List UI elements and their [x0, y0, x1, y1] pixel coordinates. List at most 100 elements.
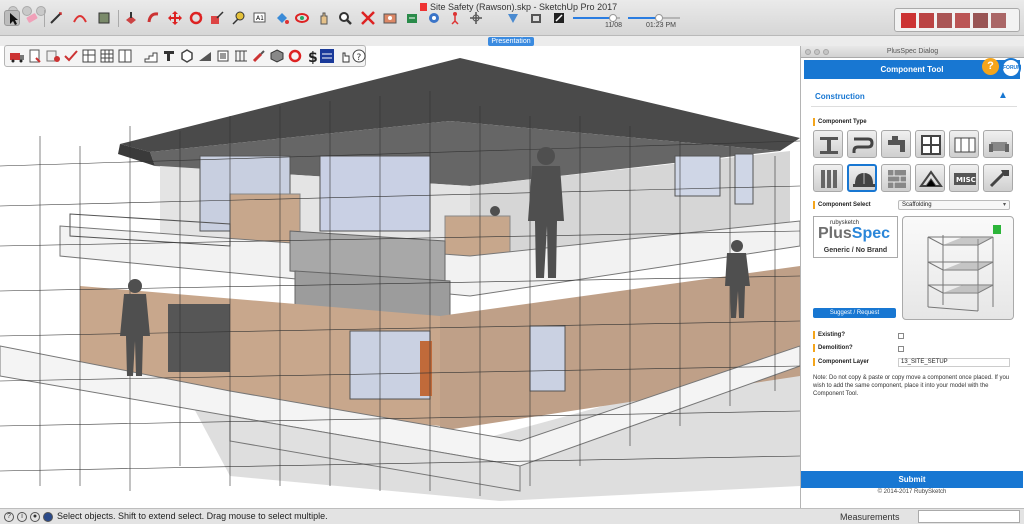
- tap-fitting-icon[interactable]: [881, 130, 911, 158]
- line-tool-icon[interactable]: [48, 10, 64, 26]
- layout-icon[interactable]: [81, 48, 97, 64]
- push-pull-tool-icon[interactable]: [123, 10, 139, 26]
- existing-checkbox[interactable]: [898, 333, 904, 339]
- time-slider[interactable]: [628, 14, 680, 22]
- dialog-titlebar: PlusSpec Dialog: [801, 46, 1024, 58]
- scene-tab-presentation[interactable]: Presentation: [488, 37, 534, 46]
- component-select-label: Component Select: [813, 201, 871, 209]
- grid-icon[interactable]: [99, 48, 115, 64]
- component-browser-icon[interactable]: [551, 10, 567, 26]
- zoom-extents-tool-icon[interactable]: [360, 10, 376, 26]
- stairs-icon[interactable]: [143, 48, 159, 64]
- shape-tool-icon[interactable]: [96, 10, 112, 26]
- top-view-icon[interactable]: [919, 13, 934, 28]
- model-viewport[interactable]: [0, 46, 800, 508]
- hexagon-icon[interactable]: [179, 48, 195, 64]
- demolition-checkbox[interactable]: [898, 346, 904, 352]
- framing-icon[interactable]: [233, 48, 249, 64]
- bim-mep-icon[interactable]: [319, 48, 335, 64]
- tape-measure-tool-icon[interactable]: [231, 10, 247, 26]
- paint-bucket-tool-icon[interactable]: [274, 10, 290, 26]
- right-view-icon[interactable]: [955, 13, 970, 28]
- refresh-icon[interactable]: [287, 48, 303, 64]
- component-layer-field[interactable]: 13_SITE_SETUP: [898, 358, 1010, 367]
- walk-tool-icon[interactable]: [448, 10, 464, 26]
- orbit-tool-icon[interactable]: [294, 10, 310, 26]
- toolbar-separator: [44, 10, 45, 27]
- view-toolbar: [894, 8, 1020, 32]
- document-report-icon[interactable]: [27, 48, 43, 64]
- date-slider[interactable]: [573, 14, 620, 22]
- front-view-icon[interactable]: [937, 13, 952, 28]
- hardhat-scaffolding-icon[interactable]: [847, 164, 877, 192]
- status-text: Select objects. Shift to extend select. …: [57, 511, 328, 521]
- component-type-label: Component Type: [813, 118, 867, 126]
- dialog-minimize-icon[interactable]: [814, 49, 820, 55]
- look-around-tool-icon[interactable]: [426, 10, 442, 26]
- help-icon[interactable]: ?: [351, 48, 367, 64]
- misc-icon[interactable]: MISC: [949, 164, 979, 192]
- svg-text:?: ?: [357, 53, 362, 63]
- status-bar: ? i ● Select objects. Shift to extend se…: [0, 508, 1024, 524]
- cladding-icon[interactable]: [813, 164, 843, 192]
- forum-badge[interactable]: FORUM: [1001, 58, 1021, 78]
- paint-brush-icon[interactable]: [251, 48, 267, 64]
- roof-truss-icon[interactable]: [915, 164, 945, 192]
- brick-wall-icon[interactable]: [881, 164, 911, 192]
- previous-view-tool-icon[interactable]: [382, 10, 398, 26]
- chevron-down-icon: ▾: [1002, 202, 1006, 208]
- zoom-tool-icon[interactable]: [337, 10, 353, 26]
- date-slider-knob[interactable]: [608, 14, 617, 22]
- section-plane-tool-icon[interactable]: [468, 10, 484, 26]
- truck-icon[interactable]: [9, 48, 25, 64]
- time-slider-knob[interactable]: [655, 14, 664, 22]
- steel-beam-icon[interactable]: [813, 130, 843, 158]
- back-view-icon[interactable]: [973, 13, 988, 28]
- credits-icon[interactable]: i: [17, 512, 27, 522]
- geo-location-icon[interactable]: ?: [4, 512, 14, 522]
- cabinet-icon[interactable]: [949, 130, 979, 158]
- sofa-icon[interactable]: [983, 130, 1013, 158]
- arc-tool-icon[interactable]: [72, 10, 88, 26]
- scale-tool-icon[interactable]: [209, 10, 225, 26]
- instructor-icon[interactable]: [43, 512, 53, 522]
- checklist-icon[interactable]: [63, 48, 79, 64]
- pan-tool-icon[interactable]: [316, 10, 332, 26]
- existing-label: Existing?: [813, 331, 845, 339]
- component-layer-label: Component Layer: [813, 358, 869, 366]
- dialog-close-icon[interactable]: [805, 49, 811, 55]
- dialog-zoom-icon[interactable]: [823, 49, 829, 55]
- slope-icon[interactable]: [197, 48, 213, 64]
- plumbing-pipe-icon[interactable]: [847, 130, 877, 158]
- rotate-tool-icon[interactable]: [188, 10, 204, 26]
- tools-icon[interactable]: [983, 164, 1013, 192]
- plusspec-toolbar: $ ?: [4, 45, 366, 67]
- submit-button[interactable]: Submit: [801, 471, 1023, 488]
- brand-logo: rubysketch PlusSpec Generic / No Brand: [813, 216, 898, 258]
- chevron-up-icon[interactable]: ▲: [998, 90, 1008, 101]
- date-value: 11/08: [605, 22, 622, 29]
- steel-profile-icon[interactable]: [161, 48, 177, 64]
- expand-arrow-icon[interactable]: [993, 225, 1001, 234]
- position-camera-tool-icon[interactable]: [404, 10, 420, 26]
- section-construction[interactable]: Construction: [815, 92, 865, 101]
- style-tool-icon[interactable]: [505, 10, 521, 26]
- move-tool-icon[interactable]: [167, 10, 183, 26]
- follow-me-tool-icon[interactable]: [146, 10, 162, 26]
- component-tool-icon[interactable]: [528, 10, 544, 26]
- component-select-dropdown[interactable]: Scaffolding ▾: [898, 200, 1010, 210]
- split-view-icon[interactable]: [117, 48, 133, 64]
- help-circle-icon[interactable]: ?: [982, 58, 999, 75]
- user-icon[interactable]: ●: [30, 512, 40, 522]
- left-view-icon[interactable]: [991, 13, 1006, 28]
- text-tool-icon[interactable]: A1: [252, 10, 268, 26]
- suggest-request-button[interactable]: Suggest / Request: [813, 308, 896, 318]
- wall-panel-icon[interactable]: [215, 48, 231, 64]
- iso-view-icon[interactable]: [901, 13, 916, 28]
- estimate-icon[interactable]: [45, 48, 61, 64]
- measurements-input[interactable]: [918, 510, 1020, 523]
- window-frame-icon[interactable]: [915, 130, 945, 158]
- eraser-tool-icon[interactable]: [24, 10, 40, 26]
- select-tool-icon[interactable]: [4, 10, 20, 26]
- cube-icon[interactable]: [269, 48, 285, 64]
